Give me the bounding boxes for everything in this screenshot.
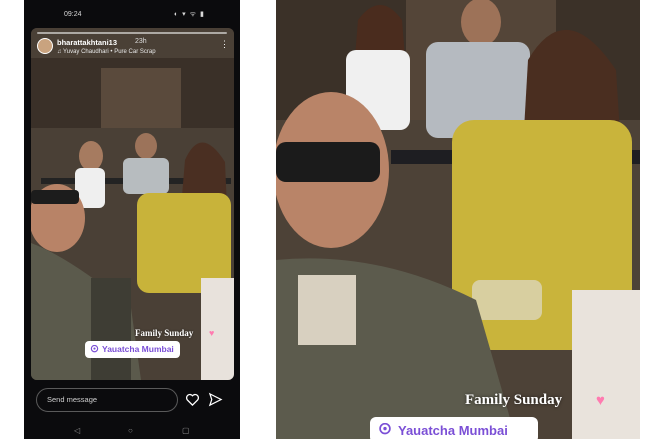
zoomed-caption: Family Sunday (465, 392, 563, 408)
status-time: 09:24 (64, 11, 82, 18)
send-message-placeholder: Send message (47, 395, 98, 404)
nav-recent-icon[interactable]: ▢ (182, 426, 190, 435)
nav-home-icon[interactable]: ○ (128, 426, 133, 435)
phone-screenshot: 09:24 ◐ ▾ ᯤ ▮ bharattakhtani13 23h ♫ Yuv… (24, 0, 240, 439)
send-message-input[interactable]: Send message (36, 388, 178, 412)
nav-back-icon[interactable]: ◁ (74, 426, 80, 435)
divider-gap (240, 0, 276, 439)
send-icon[interactable] (208, 392, 223, 407)
zoomed-location-pin-icon (379, 423, 391, 435)
story-progress-bar (37, 32, 227, 34)
zoomed-heart-sticker-icon: ♥ (596, 392, 605, 409)
story-photo (31, 28, 234, 380)
story-music[interactable]: ♫ Yuvay Chaudhari • Pure Car Scrap (57, 49, 156, 55)
story-time-ago: 23h (135, 38, 147, 45)
left-margin (0, 0, 24, 439)
zoomed-location-sticker[interactable]: Yauatcha Mumbai (370, 417, 538, 439)
status-icons: ◐ ▾ ᯤ ▮ (174, 11, 205, 18)
more-options-icon[interactable]: ⋮ (220, 39, 229, 50)
location-pin-icon (90, 345, 99, 353)
zoomed-location-label: Yauatcha Mumbai (398, 423, 508, 438)
location-label: Yauatcha Mumbai (102, 344, 174, 354)
location-sticker[interactable]: Yauatcha Mumbai (85, 341, 180, 358)
story-header: bharattakhtani13 23h ♫ Yuvay Chaudhari •… (35, 36, 230, 62)
like-heart-icon[interactable] (185, 392, 200, 407)
story-username[interactable]: bharattakhtani13 (57, 38, 117, 47)
heart-sticker-icon: ♥ (209, 328, 215, 338)
story-view[interactable]: bharattakhtani13 23h ♫ Yuvay Chaudhari •… (31, 28, 234, 380)
story-caption: Family Sunday (135, 328, 194, 338)
system-nav-bar: ◁ ○ ▢ (24, 424, 240, 439)
zoomed-photo-panel: Family Sunday ♥ Yauatcha Mumbai (276, 0, 640, 439)
status-bar: 09:24 ◐ ▾ ᯤ ▮ (24, 0, 240, 30)
zoomed-photo (276, 0, 640, 439)
avatar[interactable] (37, 38, 53, 54)
right-margin (640, 0, 664, 439)
